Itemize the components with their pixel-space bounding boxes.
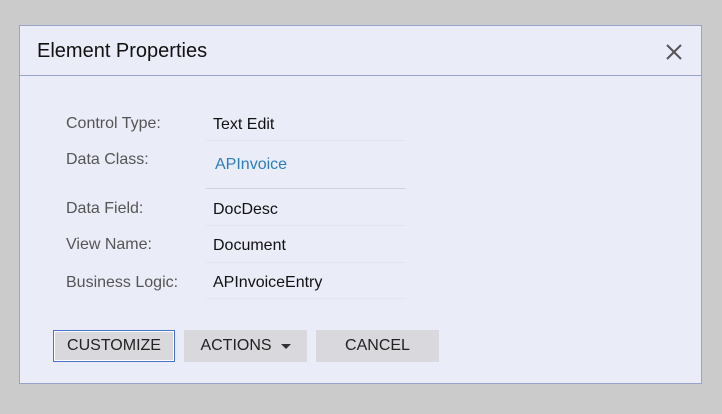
dialog-title: Element Properties	[37, 40, 208, 62]
data-field-label: Data Field:	[66, 200, 144, 217]
actions-button-label: ACTIONS	[200, 337, 272, 354]
element-properties-dialog: Element Properties Control Type: Text Ed…	[19, 25, 702, 384]
data-field-divider	[206, 225, 406, 226]
actions-button[interactable]: ACTIONS	[184, 330, 307, 362]
control-type-value: Text Edit	[213, 116, 275, 133]
business-logic-label: Business Logic:	[66, 274, 179, 291]
data-field-value: DocDesc	[213, 201, 278, 218]
control-type-divider	[206, 140, 406, 141]
data-class-divider	[206, 188, 406, 189]
data-class-label: Data Class:	[66, 151, 149, 168]
dialog-header: Element Properties	[20, 26, 701, 76]
caret-down-icon	[280, 344, 291, 349]
business-logic-value: APInvoiceEntry	[213, 274, 323, 291]
view-name-value: Document	[213, 237, 286, 254]
close-button[interactable]	[664, 42, 684, 62]
view-name-divider	[206, 262, 406, 263]
cancel-button-label: CANCEL	[345, 337, 410, 354]
view-name-label: View Name:	[66, 236, 152, 253]
customize-button-label: CUSTOMIZE	[67, 337, 161, 354]
customize-button[interactable]: CUSTOMIZE	[53, 330, 175, 362]
business-logic-divider	[206, 298, 406, 299]
close-icon	[666, 44, 682, 60]
cancel-button[interactable]: CANCEL	[316, 330, 439, 362]
control-type-label: Control Type:	[66, 115, 161, 132]
data-class-link[interactable]: APInvoice	[215, 156, 287, 174]
